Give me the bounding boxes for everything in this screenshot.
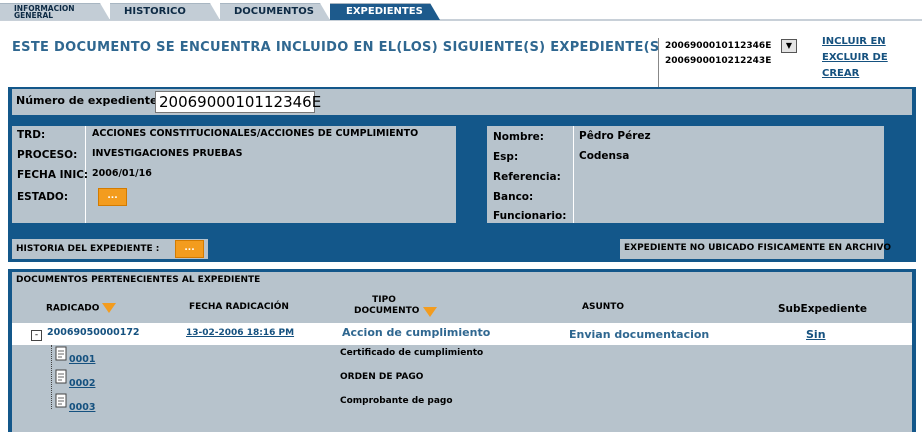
documentos-inner: DOCUMENTOS PERTENECIENTES AL EXPEDIENTE … bbox=[12, 272, 912, 432]
document-icon bbox=[55, 369, 67, 384]
historia-expediente-bar: HISTORIA DEL EXPEDIENTE : ... bbox=[12, 239, 208, 259]
nombre-value: Pêdro Pérez bbox=[579, 130, 651, 142]
tab-label: HISTORICO bbox=[124, 6, 186, 17]
documentos-title: DOCUMENTOS PERTENECIENTES AL EXPEDIENTE bbox=[12, 272, 912, 292]
column-asunto: ASUNTO bbox=[582, 302, 625, 312]
fecha-inicio-value: 2006/01/16 bbox=[92, 168, 152, 179]
trd-label: TRD: bbox=[17, 129, 46, 141]
collapse-toggle-icon[interactable]: - bbox=[31, 330, 42, 341]
historia-label: HISTORIA DEL EXPEDIENTE : bbox=[16, 244, 160, 254]
column-fecha-radicacion: FECHA RADICACIÓN bbox=[189, 302, 289, 312]
estado-button[interactable]: ... bbox=[98, 188, 127, 206]
column-radicado[interactable]: RADICADO bbox=[46, 303, 117, 314]
excluir-de-link[interactable]: EXCLUIR DE bbox=[822, 50, 888, 66]
tab-label: INFORMACION GENERAL bbox=[14, 4, 75, 20]
incluir-en-link[interactable]: INCLUIR EN bbox=[822, 34, 888, 50]
expediente-panel: Número de expediente 2006900010112346E T… bbox=[8, 87, 916, 262]
tab-documentos[interactable]: DOCUMENTOS bbox=[220, 3, 330, 20]
historia-button[interactable]: ... bbox=[175, 240, 204, 258]
numero-expediente-field[interactable]: 2006900010112346E bbox=[155, 91, 321, 113]
tree-line bbox=[51, 345, 52, 409]
trd-value: ACCIONES CONSTITUCIONALES/ACCIONES DE CU… bbox=[92, 128, 419, 139]
sort-arrow-icon[interactable] bbox=[423, 307, 437, 317]
document-icon bbox=[55, 346, 67, 361]
tab-label: EXPEDIENTES bbox=[346, 6, 423, 17]
column-label: RADICADO bbox=[46, 303, 100, 314]
column-tipo-documento[interactable]: TIPO DOCUMENTO bbox=[354, 295, 419, 317]
documentos-panel: DOCUMENTOS PERTENECIENTES AL EXPEDIENTE … bbox=[8, 269, 916, 432]
proceso-value: INVESTIGACIONES PRUEBAS bbox=[92, 148, 243, 159]
numero-expediente-row: Número de expediente 2006900010112346E bbox=[12, 89, 912, 115]
attachment-description: Certificado de cumplimiento bbox=[340, 348, 484, 358]
documents-table-header: RADICADO FECHA RADICACIÓN TIPO DOCUMENTO… bbox=[12, 292, 912, 323]
tab-informacion-general[interactable]: INFORMACION GENERAL bbox=[0, 3, 110, 20]
expediente-info-left: TRD: ACCIONES CONSTITUCIONALES/ACCIONES … bbox=[12, 126, 456, 223]
table-row: - 20069050000172 13-02-2006 18:16 PM Acc… bbox=[12, 323, 912, 345]
ubicacion-status: EXPEDIENTE NO UBICADO FISICAMENTE EN ARC… bbox=[620, 239, 891, 259]
estado-label: ESTADO: bbox=[17, 191, 69, 203]
subexpediente-link[interactable]: Sin bbox=[806, 328, 826, 341]
esp-label: Esp: bbox=[493, 151, 519, 163]
page-title: ESTE DOCUMENTO SE ENCUENTRA INCLUIDO EN … bbox=[12, 40, 672, 55]
asunto-value: Envian documentacion bbox=[569, 328, 710, 341]
banco-label: Banco: bbox=[493, 191, 534, 203]
tab-bar: INFORMACION GENERAL HISTORICO DOCUMENTOS… bbox=[0, 0, 922, 22]
attachment-description: ORDEN DE PAGO bbox=[340, 372, 424, 382]
referencia-label: Referencia: bbox=[493, 171, 561, 183]
crear-link[interactable]: CREAR bbox=[822, 66, 888, 82]
listbox-option[interactable]: 2006900010212243E bbox=[665, 56, 771, 66]
nombre-label: Nombre: bbox=[493, 131, 544, 143]
expediente-actions: INCLUIR EN EXCLUIR DE CREAR bbox=[822, 34, 888, 82]
attachment-description: Comprobante de pago bbox=[340, 396, 453, 406]
funcionario-label: Funcionario: bbox=[493, 210, 567, 222]
fecha-inicio-label: FECHA INIC: bbox=[17, 169, 89, 181]
attachment-link[interactable]: 0003 bbox=[69, 402, 95, 413]
tab-expedientes[interactable]: EXPEDIENTES bbox=[330, 3, 440, 20]
tab-historico[interactable]: HISTORICO bbox=[110, 3, 220, 20]
expediente-info-right: Nombre: Pêdro Pérez Esp: Codensa Referen… bbox=[487, 126, 884, 223]
dropdown-arrow-icon[interactable]: ▼ bbox=[781, 39, 797, 53]
sort-arrow-icon[interactable] bbox=[102, 303, 117, 313]
radicado-value: 20069050000172 bbox=[47, 327, 140, 338]
attachment-link[interactable]: 0001 bbox=[69, 354, 95, 365]
numero-expediente-label: Número de expediente bbox=[16, 94, 158, 107]
esp-value: Codensa bbox=[579, 150, 630, 162]
attachment-link[interactable]: 0002 bbox=[69, 378, 95, 389]
column-label: TIPO bbox=[372, 295, 396, 305]
proceso-label: PROCESO: bbox=[17, 149, 78, 161]
tab-label: DOCUMENTOS bbox=[234, 6, 314, 17]
column-label: DOCUMENTO bbox=[354, 306, 420, 316]
fecha-radicacion-link[interactable]: 13-02-2006 18:16 PM bbox=[186, 328, 294, 338]
attachments-list: 0001 Certificado de cumplimiento 0002 OR… bbox=[12, 345, 912, 432]
document-icon bbox=[55, 393, 67, 408]
listbox-option[interactable]: 2006900010112346E bbox=[665, 41, 771, 51]
tipo-documento-value: Accion de cumplimiento bbox=[342, 326, 491, 339]
column-subexpediente: SubExpediente bbox=[778, 303, 867, 315]
expedientes-listbox[interactable]: 2006900010112346E 2006900010212243E ▼ bbox=[658, 38, 798, 88]
